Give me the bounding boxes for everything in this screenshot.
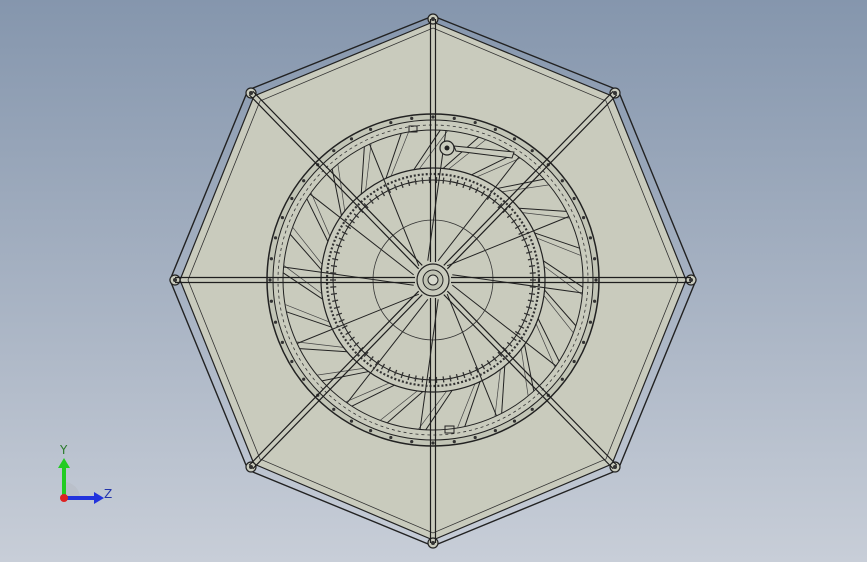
triad-graphic: Y Z xyxy=(58,443,112,504)
rim-bolt xyxy=(369,127,373,132)
rim-bolt xyxy=(572,196,576,201)
rim-bolt xyxy=(389,120,393,125)
rim-bolt xyxy=(594,278,598,282)
corner-node-center xyxy=(173,278,177,282)
corner-node-center xyxy=(689,278,693,282)
rim-bolt xyxy=(530,149,534,153)
3d-viewport[interactable]: Y Z xyxy=(0,0,867,562)
rim-bolt xyxy=(530,407,534,411)
rim-bolt xyxy=(273,236,278,240)
rim-bolt xyxy=(269,299,273,303)
rim-bolt xyxy=(280,340,285,344)
rim-bolt xyxy=(588,236,593,240)
gear-tooth xyxy=(442,376,445,383)
gear-tooth xyxy=(528,265,536,268)
gear-tooth xyxy=(421,177,424,184)
gear-tooth xyxy=(421,376,424,383)
rim-bolt xyxy=(369,428,373,433)
gear-tooth xyxy=(330,265,338,268)
rim-bolt xyxy=(410,116,414,120)
rim-bolt xyxy=(452,116,456,120)
rim-bolt xyxy=(493,127,497,132)
rim-bolt xyxy=(349,419,354,423)
rim-bolt xyxy=(493,428,497,433)
rim-bolt xyxy=(349,137,354,141)
corner-node-center xyxy=(431,541,435,545)
center-hub xyxy=(416,263,450,297)
rim-bolt xyxy=(290,359,294,364)
rim-bolt xyxy=(389,435,393,440)
gear-tooth xyxy=(442,177,445,184)
rim-bolt xyxy=(290,196,294,201)
rim-bolt xyxy=(581,340,586,344)
rim-bolt xyxy=(593,257,597,261)
z-axis-label: Z xyxy=(104,487,112,501)
rim-bolt xyxy=(302,377,306,381)
rim-bolt xyxy=(560,377,564,381)
rim-bolt xyxy=(269,257,273,261)
rim-bolt xyxy=(410,440,414,444)
rim-bolt xyxy=(473,435,477,440)
rim-bolt xyxy=(332,149,336,153)
rim-bolt xyxy=(273,320,278,324)
rim-bolt xyxy=(431,441,435,445)
rim-bolt xyxy=(588,320,593,324)
rim-bolt xyxy=(280,216,285,220)
rim-bolt xyxy=(512,419,517,423)
axis-triad: Y Z xyxy=(50,440,120,510)
rim-bolt xyxy=(581,216,586,220)
gear-tooth xyxy=(528,292,536,295)
rim-bolt xyxy=(302,179,306,183)
corner-node-center xyxy=(431,17,435,21)
rim-bolt xyxy=(473,120,477,125)
rim-bolt xyxy=(431,115,435,119)
rim-bolt xyxy=(560,179,564,183)
gear-tooth xyxy=(330,292,338,295)
y-axis-label: Y xyxy=(59,443,68,457)
rim-bolt xyxy=(268,278,272,282)
rim-bolt xyxy=(512,137,517,141)
rim-bolt xyxy=(332,407,336,411)
octagonal-frame-model[interactable] xyxy=(0,0,867,562)
rim-bolt xyxy=(572,359,576,364)
rim-bolt xyxy=(593,299,597,303)
rim-bolt xyxy=(452,440,456,444)
